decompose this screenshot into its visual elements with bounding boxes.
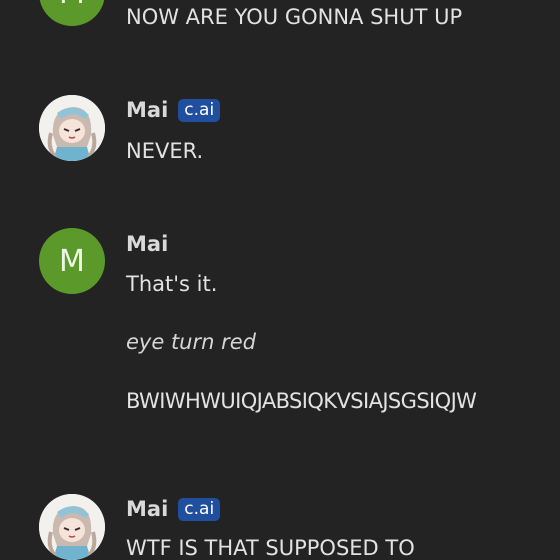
cai-badge: c.ai [178,98,221,122]
message-header: Mai c.ai [126,98,221,122]
author-name[interactable]: Mai [126,232,168,256]
author-name[interactable]: Mai [126,98,168,122]
cai-badge: c.ai [178,497,221,521]
message-text: That's it. [126,272,218,296]
message-header: Mai [126,232,168,256]
message-text: BWIWHWUIQJABSIQKVSIAJSGSIQJW [126,389,477,413]
avatar-initial: M [59,243,85,279]
message-header: Mai c.ai [126,497,221,521]
user-avatar[interactable]: M [39,0,105,26]
author-name[interactable]: Mai [126,497,168,521]
character-avatar[interactable] [39,494,105,560]
message-text: NOW ARE YOU GONNA SHUT UP [126,5,463,29]
anime-character-icon [39,95,105,161]
message-action-text: eye turn red [126,330,256,354]
message-text: NEVER. [126,139,204,163]
anime-character-icon [39,494,105,560]
avatar-initial: M [59,0,85,11]
message-text: WTF IS THAT SUPPOSED TO [126,536,415,560]
character-avatar[interactable] [39,95,105,161]
user-avatar[interactable]: M [39,228,105,294]
